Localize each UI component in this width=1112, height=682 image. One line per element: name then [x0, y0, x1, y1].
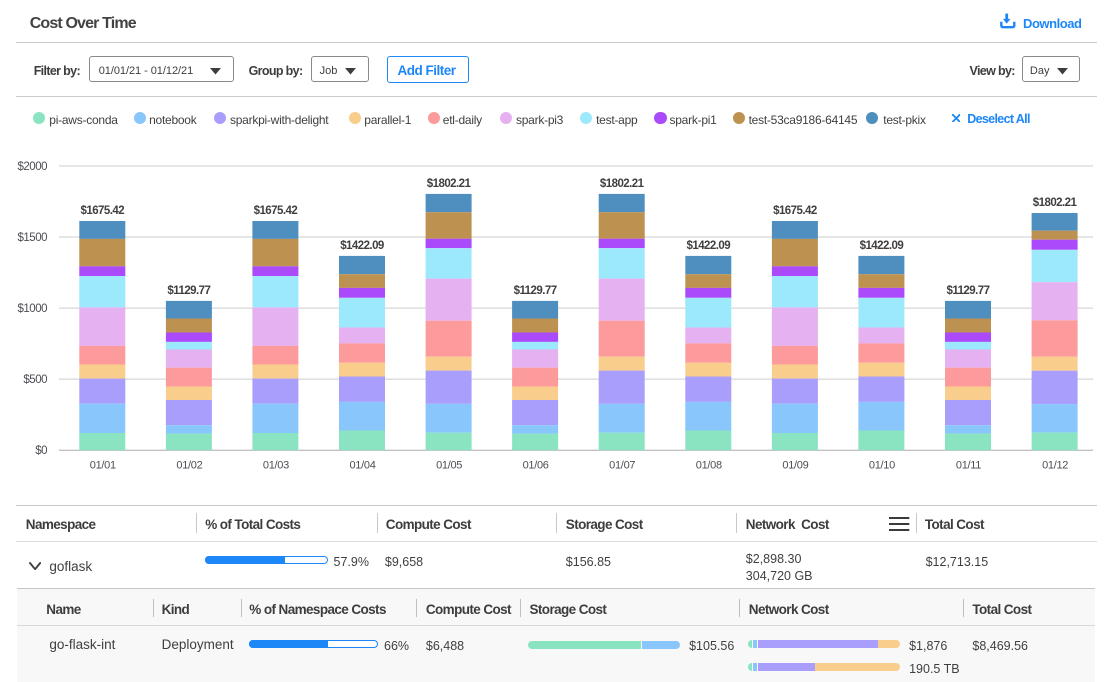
svg-text:$1675.42: $1675.42	[81, 205, 125, 217]
svg-text:$1802.21: $1802.21	[600, 178, 645, 190]
svg-text:$1129.77: $1129.77	[947, 285, 990, 297]
svg-text:01/01: 01/01	[90, 460, 116, 472]
svg-text:$1129.77: $1129.77	[514, 285, 557, 297]
svg-text:01/04: 01/04	[349, 460, 375, 472]
svg-text:$1675.42: $1675.42	[773, 205, 817, 217]
svg-text:01/10: 01/10	[869, 460, 895, 472]
svg-text:$1000: $1000	[18, 303, 48, 315]
svg-text:01/09: 01/09	[782, 460, 808, 472]
svg-text:$1129.77: $1129.77	[167, 285, 210, 297]
svg-text:$1802.21: $1802.21	[427, 178, 472, 190]
svg-text:$500: $500	[23, 374, 47, 386]
svg-text:01/03: 01/03	[263, 460, 289, 472]
svg-text:$1422.09: $1422.09	[860, 240, 904, 252]
svg-text:$0: $0	[35, 445, 47, 457]
svg-text:01/11: 01/11	[956, 460, 981, 472]
svg-text:01/12: 01/12	[1042, 460, 1068, 472]
svg-text:$1802.21: $1802.21	[1033, 197, 1078, 209]
svg-text:01/05: 01/05	[436, 460, 462, 472]
svg-text:01/02: 01/02	[176, 460, 202, 472]
svg-text:$2000: $2000	[18, 161, 48, 173]
svg-text:01/07: 01/07	[609, 460, 635, 472]
svg-text:$1422.09: $1422.09	[687, 240, 731, 252]
svg-text:$1675.42: $1675.42	[254, 205, 298, 217]
svg-text:$1422.09: $1422.09	[340, 240, 384, 252]
svg-text:01/06: 01/06	[523, 460, 549, 472]
svg-text:01/08: 01/08	[696, 460, 722, 472]
svg-text:$1500: $1500	[18, 232, 48, 244]
